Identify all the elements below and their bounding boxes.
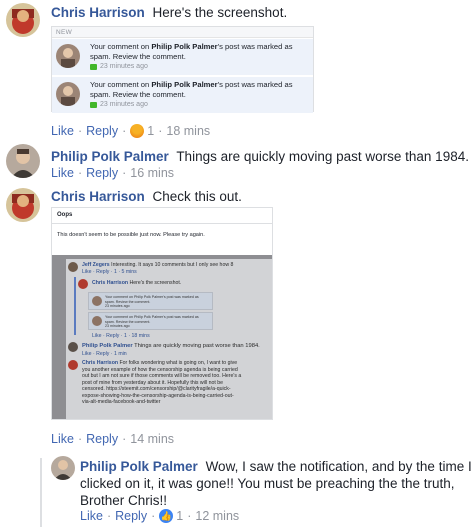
attached-screenshot-error[interactable]: Oops This doesn't seem to be possible ju…	[51, 207, 273, 420]
tiny-text: post of mine from yesterday about it. Ho…	[82, 379, 223, 386]
comment-actions: Like · Reply · 14 mins	[51, 431, 175, 447]
notification-text-prefix: Your comment on	[90, 42, 152, 51]
tiny-text: you another example of how the censorshi…	[82, 366, 238, 373]
reply-button[interactable]: Reply	[115, 508, 147, 524]
comment-timestamp[interactable]: 18 mins	[166, 123, 210, 139]
notification-header: NEW	[52, 27, 313, 38]
like-button[interactable]: Like	[51, 165, 74, 181]
dimmed-background: Jeff Zegers Interesting. It says 10 comm…	[52, 255, 272, 419]
tiny-actions: Like · Reply · 1 · 18 mins	[92, 333, 150, 339]
comment: Chris Harrison Check this out.	[51, 188, 242, 205]
tiny-card-time: 23 minutes ago	[105, 304, 130, 308]
tiny-notification: Your comment on Philip Polk Palmer's pos…	[88, 312, 213, 330]
reaction-count[interactable]: 1	[147, 123, 154, 139]
tiny-text: out but I am not sure if those comments …	[82, 373, 242, 379]
avatar[interactable]	[6, 144, 40, 178]
notification-text-suffix: 's post was marked as	[217, 42, 293, 51]
notification-time: 23 minutes ago	[100, 63, 148, 70]
reply-button[interactable]: Reply	[86, 123, 118, 139]
tiny-text: For folks wondering what is going on, I …	[119, 360, 238, 366]
comment-text: Check this out.	[152, 189, 242, 204]
tiny-author: Jeff Zegers	[82, 262, 110, 268]
tiny-author: Philip Polk Palmer	[82, 343, 133, 349]
reply-button[interactable]: Reply	[86, 165, 118, 181]
comment-author[interactable]: Philip Polk Palmer	[80, 459, 198, 474]
avatar	[92, 316, 102, 326]
tiny-actions: Like · Reply · 1 · 5 mins	[82, 269, 137, 275]
avatar	[68, 262, 78, 272]
tiny-author: Chris Harrison	[82, 360, 119, 366]
tiny-text: expose-showing-how-the-censorship-agenda…	[82, 392, 234, 399]
comment-icon	[90, 63, 97, 70]
comment-timestamp[interactable]: 12 mins	[195, 508, 239, 524]
comment-timestamp[interactable]: 14 mins	[130, 431, 174, 447]
tiny-card-time: 23 minutes ago	[105, 324, 130, 328]
tiny-actions: Like · Reply · 1 min	[82, 351, 127, 357]
angry-reaction-icon[interactable]	[130, 124, 145, 138]
notification-name: Philip Polk Palmer	[151, 80, 218, 89]
comment-author[interactable]: Philip Polk Palmer	[51, 149, 169, 164]
tiny-card-line2: spam. Review the comment.	[105, 299, 151, 304]
avatar	[68, 342, 78, 352]
tiny-author: Chris Harrison	[92, 280, 129, 286]
tiny-text: Things are quickly moving past worse tha…	[134, 343, 260, 349]
tiny-text: Here's the screenshot.	[129, 280, 182, 286]
avatar[interactable]	[6, 188, 40, 222]
comment-actions: Like · Reply · 1 · 18 mins	[51, 123, 211, 139]
avatar	[56, 82, 80, 106]
background-comments: Jeff Zegers Interesting. It says 10 comm…	[66, 259, 272, 419]
avatar	[92, 296, 102, 306]
like-reaction-icon[interactable]: 👍	[159, 509, 174, 523]
comment-author[interactable]: Chris Harrison	[51, 5, 145, 20]
comment: Chris Harrison Here's the screenshot.	[51, 4, 287, 21]
tiny-card-line2: spam. Review the comment.	[105, 319, 151, 324]
like-button[interactable]: Like	[51, 431, 74, 447]
comment-actions: Like · Reply · 👍 1 · 12 mins	[80, 508, 240, 524]
attached-screenshot-notifications[interactable]: NEW Your comment on Philip Polk Palmer's…	[51, 26, 314, 113]
reaction-count[interactable]: 1	[176, 508, 183, 524]
tiny-card-line1: Your comment on Philip Polk Palmer's pos…	[105, 295, 199, 299]
avatar[interactable]	[51, 456, 75, 480]
notification-text-line2: spam. Review the comment.	[90, 51, 186, 61]
comment-timestamp[interactable]: 16 mins	[130, 165, 174, 181]
notification-item: Your comment on Philip Polk Palmer's pos…	[52, 39, 313, 75]
comment-text: clicked on it, it was gone!! You must be…	[80, 476, 455, 491]
like-button[interactable]: Like	[51, 123, 74, 139]
notification-text-line2: spam. Review the comment.	[90, 89, 186, 99]
tiny-text: via-alt-media-facebook-and-twitter	[82, 399, 161, 405]
tiny-text: Interesting. It says 10 comments but I o…	[111, 262, 234, 268]
avatar	[68, 360, 78, 370]
comment-text: Things are quickly moving past worse tha…	[176, 149, 469, 164]
dialog-message: This doesn't seem to be possible just no…	[57, 232, 205, 238]
like-button[interactable]: Like	[80, 508, 103, 524]
comment-text: Here's the screenshot.	[152, 5, 288, 20]
comment-actions: Like · Reply · 16 mins	[51, 165, 175, 181]
notification-item: Your comment on Philip Polk Palmer's pos…	[52, 77, 313, 113]
comment-text: Wow, I saw the notification, and by the …	[205, 459, 472, 474]
comment-text: Brother Chris!!	[80, 493, 168, 508]
comment-author[interactable]: Chris Harrison	[51, 189, 145, 204]
comment-icon	[90, 101, 97, 108]
dialog-title: Oops	[52, 208, 272, 224]
avatar	[78, 279, 88, 289]
comment: Philip Polk Palmer Things are quickly mo…	[51, 148, 469, 165]
reply-comment: Philip Polk Palmer Wow, I saw the notifi…	[80, 458, 472, 475]
notification-text-prefix: Your comment on	[90, 80, 152, 89]
notification-name: Philip Polk Palmer	[151, 42, 218, 51]
thread-bar	[74, 277, 76, 335]
avatar	[56, 44, 80, 68]
notification-text-suffix: 's post was marked as	[217, 80, 293, 89]
avatar[interactable]	[6, 3, 40, 37]
tiny-notification: Your comment on Philip Polk Palmer's pos…	[88, 292, 213, 310]
tiny-card-line1: Your comment on Philip Polk Palmer's pos…	[105, 315, 199, 319]
reply-thread-line	[40, 458, 42, 527]
reply-button[interactable]: Reply	[86, 431, 118, 447]
tiny-text: censored. https://steemit.com/censorship…	[82, 386, 231, 392]
notification-time: 23 minutes ago	[100, 101, 148, 108]
